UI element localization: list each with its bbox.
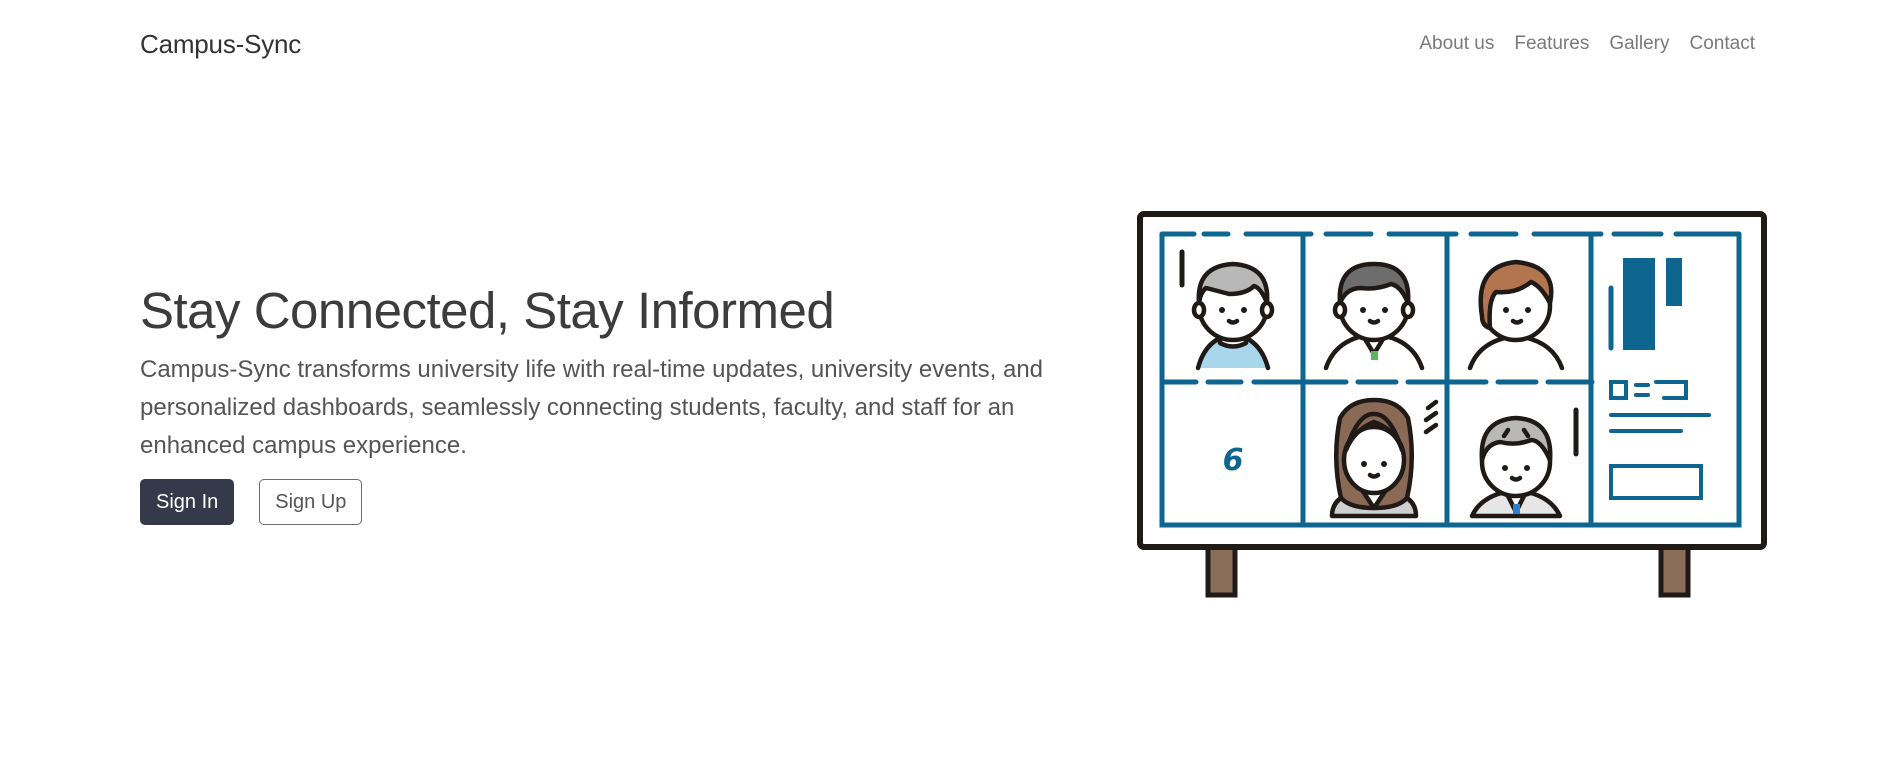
navbar: Campus-Sync About us Features Gallery Co… xyxy=(0,0,1893,92)
board-leg-right xyxy=(1658,540,1691,598)
avatar-person-3 xyxy=(1467,259,1565,371)
calendar-digit: 6 xyxy=(1223,443,1244,478)
nav-link-features[interactable]: Features xyxy=(1514,33,1589,55)
hero-section: Stay Connected, Stay Informed Campus-Syn… xyxy=(140,280,1090,526)
campus-board-illustration: 6 xyxy=(1137,211,1767,598)
nav-links: About us Features Gallery Contact xyxy=(1419,33,1755,55)
board-leg-left xyxy=(1205,540,1238,598)
nav-link-gallery[interactable]: Gallery xyxy=(1609,33,1669,55)
sign-in-button[interactable]: Sign In xyxy=(140,479,235,526)
hero-buttons: Sign In Sign Up xyxy=(140,479,1090,526)
hero-title: Stay Connected, Stay Informed xyxy=(140,282,835,339)
avatar-person-1 xyxy=(1191,261,1275,371)
nav-link-about-us[interactable]: About us xyxy=(1419,33,1494,55)
brand-logo[interactable]: Campus-Sync xyxy=(140,29,301,60)
nav-link-contact[interactable]: Contact xyxy=(1690,33,1755,55)
sign-up-button[interactable]: Sign Up xyxy=(259,479,363,526)
hero-description: Campus-Sync transforms university life w… xyxy=(140,356,1044,460)
